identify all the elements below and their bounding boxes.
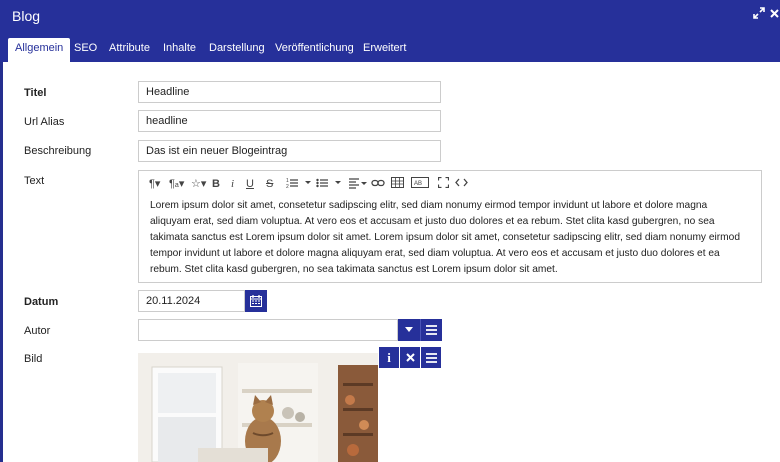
calendar-button[interactable] — [245, 290, 267, 312]
info-icon: i — [387, 350, 391, 365]
ordered-list-icon[interactable]: 12 — [286, 177, 312, 191]
underline-icon[interactable]: U — [246, 177, 254, 191]
inline-style-icon[interactable]: ☆▾ — [191, 177, 206, 191]
tab-seo[interactable]: SEO — [67, 38, 104, 62]
align-icon[interactable] — [349, 177, 367, 191]
window-left-edge — [0, 0, 3, 462]
link-icon[interactable] — [371, 177, 385, 191]
url-alias-label: Url Alias — [24, 116, 65, 128]
menu-icon — [426, 325, 437, 338]
text-label: Text — [24, 175, 45, 187]
svg-text:AB: AB — [414, 181, 422, 187]
datum-label: Datum — [24, 296, 59, 308]
image-menu-button[interactable] — [421, 347, 441, 368]
italic-icon[interactable]: i — [231, 177, 234, 191]
strikethrough-icon[interactable]: S — [266, 177, 273, 191]
tab-allgemein[interactable]: Allgemein — [8, 38, 71, 62]
datum-input[interactable]: 20.11.2024 — [138, 290, 245, 312]
beschreibung-label: Beschreibung — [24, 145, 92, 157]
close-icon[interactable] — [767, 6, 780, 24]
autor-dropdown-button[interactable] — [398, 319, 420, 341]
bold-icon[interactable]: B — [212, 177, 220, 191]
beschreibung-input[interactable]: Das ist ein neuer Blogeintrag — [138, 140, 441, 162]
expand-icon[interactable] — [752, 6, 766, 24]
tab-darstellung[interactable]: Darstellung — [202, 38, 272, 62]
paragraph-style-icon[interactable]: ¶a▾ — [169, 177, 184, 191]
tab-bar: Allgemein SEO Attribute Inhalte Darstell… — [0, 32, 780, 62]
window-title: Blog — [12, 8, 41, 24]
unordered-list-icon[interactable] — [316, 177, 342, 191]
image-remove-button[interactable] — [400, 347, 420, 368]
autor-select[interactable] — [138, 319, 398, 341]
bild-label: Bild — [24, 353, 43, 365]
paragraph-format-icon[interactable]: ¶▾ — [149, 177, 160, 191]
tab-veroeffentlichung[interactable]: Veröffentlichung — [268, 38, 361, 62]
editor-toolbar: ¶▾ ¶a▾ ☆▾ B i U S 12 AB — [139, 171, 761, 197]
special-char-icon[interactable]: AB — [411, 177, 429, 191]
titel-input[interactable]: Headline — [138, 81, 441, 103]
autor-menu-button[interactable] — [420, 319, 442, 341]
titel-label: Titel — [24, 87, 47, 99]
tab-inhalte[interactable]: Inhalte — [156, 38, 203, 62]
url-alias-input[interactable]: headline — [138, 110, 441, 132]
code-view-icon[interactable] — [455, 177, 468, 191]
image-info-button[interactable]: i — [379, 347, 399, 368]
rich-text-editor[interactable]: ¶▾ ¶a▾ ☆▾ B i U S 12 AB Lorem ipsum dolo… — [138, 170, 762, 283]
menu-icon — [425, 353, 437, 366]
editor-content[interactable]: Lorem ipsum dolor sit amet, consetetur s… — [150, 198, 750, 278]
bild-preview[interactable] — [138, 353, 378, 462]
caret-down-icon — [404, 324, 414, 336]
fullscreen-icon[interactable] — [437, 176, 450, 191]
window-titlebar: Blog — [0, 0, 780, 32]
remove-icon — [405, 353, 415, 365]
autor-label: Autor — [24, 325, 51, 337]
tab-erweitert[interactable]: Erweitert — [356, 38, 413, 62]
calendar-icon — [250, 295, 262, 310]
table-icon[interactable] — [391, 177, 404, 191]
svg-text:2: 2 — [286, 184, 289, 189]
cat-photo — [138, 353, 378, 462]
tab-attribute[interactable]: Attribute — [102, 38, 157, 62]
